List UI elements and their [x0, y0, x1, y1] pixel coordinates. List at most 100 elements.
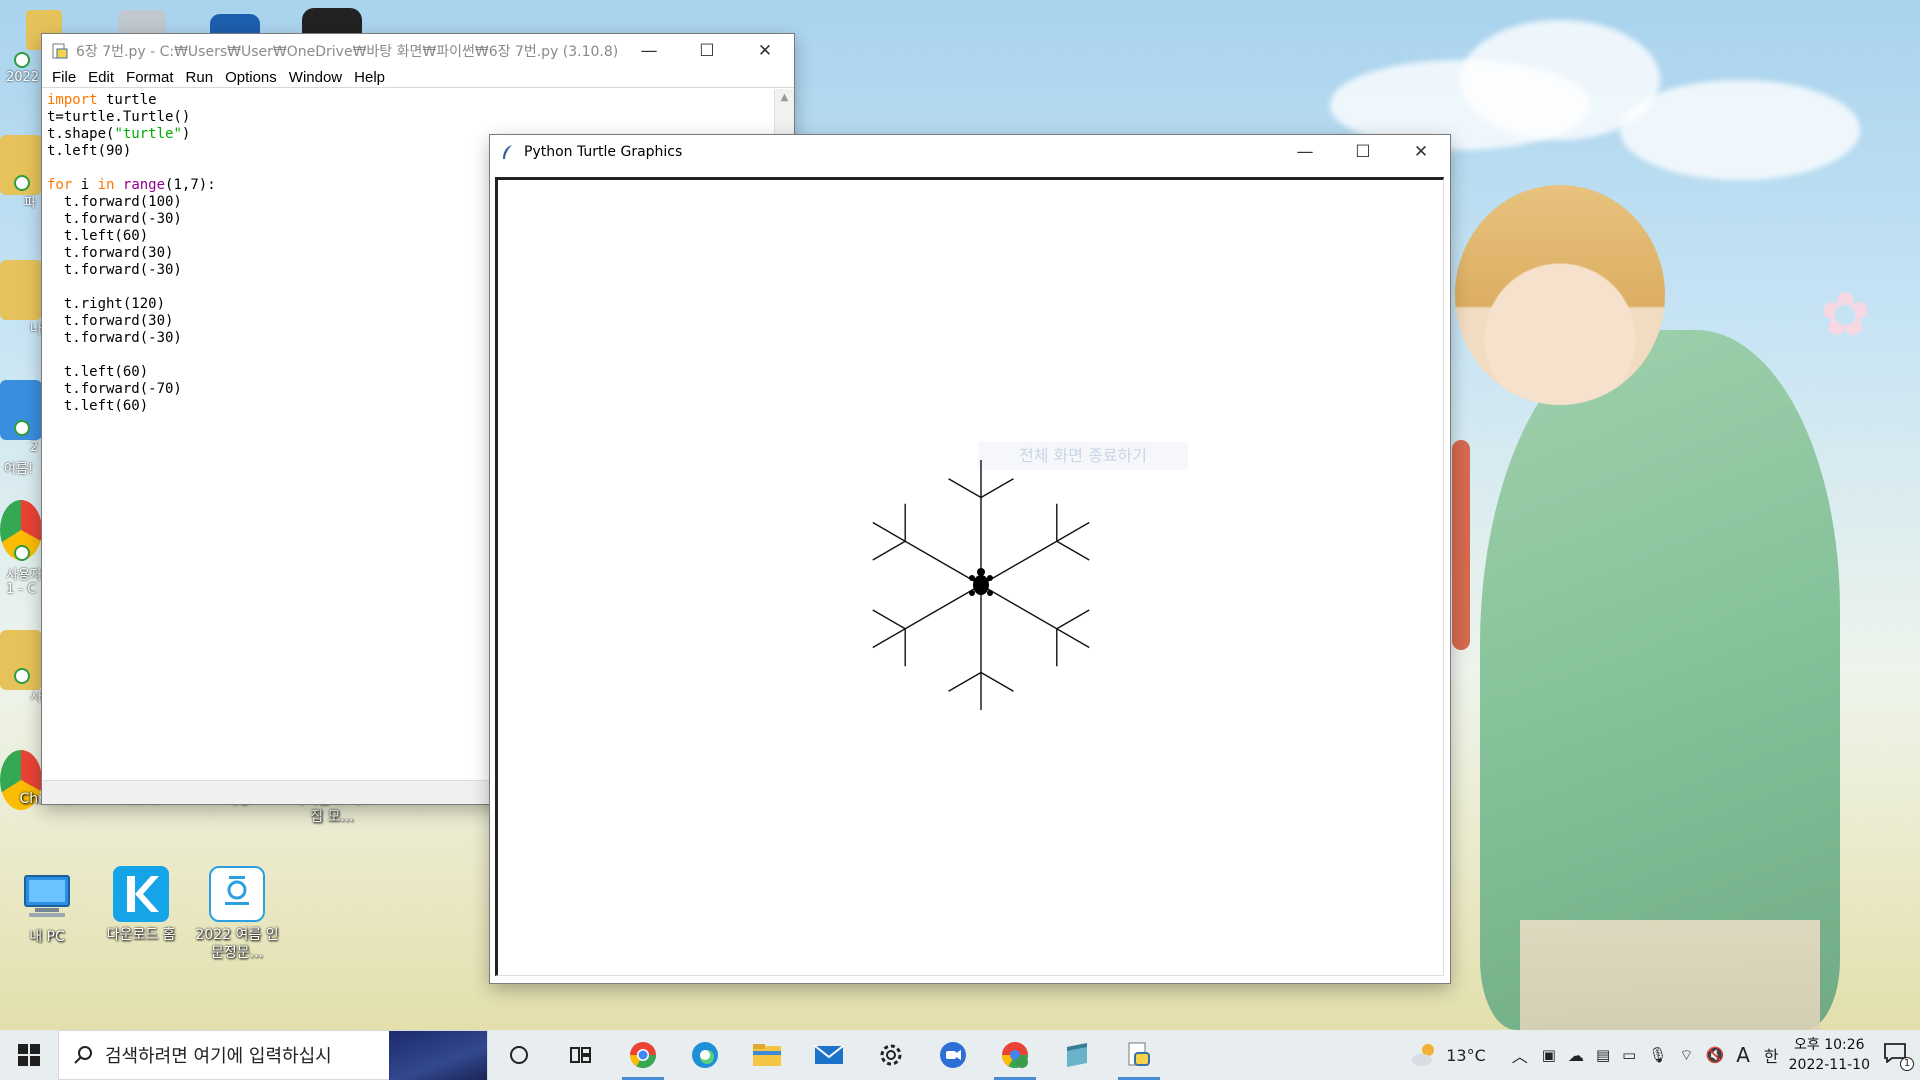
- network-share-icon[interactable]: ▤: [1596, 1046, 1610, 1064]
- menu-format[interactable]: Format: [120, 68, 180, 87]
- idle-window-title: 6장 7번.py - C:₩Users₩User₩OneDrive₩바탕 화면₩…: [76, 44, 619, 60]
- wallpaper-strap: [1452, 440, 1470, 650]
- snowflake-arm: [980, 584, 1090, 649]
- chrome-icon: [629, 1042, 657, 1069]
- microphone-icon[interactable]: 🎙: [1648, 1046, 1667, 1064]
- code-token: t.forward(100): [47, 194, 182, 210]
- feather-icon: [503, 145, 512, 159]
- notification-center-button[interactable]: 1: [1884, 1043, 1914, 1071]
- sync-check-icon: [14, 52, 30, 68]
- minimize-button[interactable]: —: [620, 34, 678, 68]
- taskbar-zoom[interactable]: [922, 1030, 984, 1080]
- menu-window[interactable]: Window: [283, 68, 348, 87]
- snowflake-branch: [872, 609, 906, 630]
- code-token: in: [97, 177, 115, 193]
- code-line: import turtle: [47, 92, 769, 109]
- notification-count-badge: 1: [1900, 1057, 1914, 1071]
- cortana-circle-icon: [510, 1046, 528, 1064]
- desktop-partial-label: 1 - C: [6, 582, 37, 597]
- taskbar-python-idle[interactable]: [1108, 1030, 1170, 1080]
- wifi-icon[interactable]: ⌔: [1679, 1046, 1693, 1065]
- pc-icon: [19, 868, 75, 924]
- cortana-button[interactable]: [488, 1030, 550, 1080]
- code-token: for: [47, 177, 73, 193]
- code-token: t.forward(30): [47, 245, 174, 261]
- speaker-muted-icon[interactable]: 🔇: [1706, 1046, 1725, 1064]
- wallpaper-cloud: [1620, 80, 1860, 180]
- minimize-button[interactable]: —: [1276, 135, 1334, 169]
- notepad-icon: [1067, 1043, 1087, 1067]
- menu-file[interactable]: File: [46, 68, 82, 87]
- menu-run[interactable]: Run: [180, 68, 220, 87]
- desktop-partial-label: 사: [30, 690, 42, 705]
- weather-icon[interactable]: [1410, 1042, 1438, 1068]
- taskbar-notepad[interactable]: [1046, 1030, 1108, 1080]
- system-tray: 13°C ︿ ▣ ☁ ▤ ▭ 🎙 ⌔ 🔇 A 한 오후 10:26 2022-1…: [1410, 1030, 1920, 1080]
- settings-icon: [880, 1044, 902, 1066]
- menu-options[interactable]: Options: [219, 68, 283, 87]
- menu-edit[interactable]: Edit: [82, 68, 120, 87]
- code-token: (1,7):: [165, 177, 216, 193]
- snowflake-branch: [980, 671, 1014, 692]
- turtle-cursor-icon: [969, 568, 993, 596]
- desktop-partial-label: 2022: [6, 70, 40, 85]
- code-token: import: [47, 92, 98, 108]
- snowflake-branch: [948, 478, 982, 499]
- desktop-folder-partial[interactable]: [0, 260, 42, 320]
- menu-help[interactable]: Help: [348, 68, 391, 87]
- code-token: t.forward(-30): [47, 262, 182, 278]
- maximize-button[interactable]: ☐: [1334, 135, 1392, 169]
- idle-titlebar[interactable]: 6장 7번.py - C:₩Users₩User₩OneDrive₩바탕 화면₩…: [42, 34, 794, 68]
- desktop-icon-label: 다운로드 홈: [106, 927, 176, 943]
- taskbar-search-box[interactable]: 검색하려면 여기에 입력하십시: [58, 1030, 488, 1080]
- snowflake-branch: [980, 478, 1014, 499]
- turtle-graphics-window[interactable]: Python Turtle Graphics — ☐ ✕ 전체 화면 종료하기: [490, 135, 1450, 983]
- close-button[interactable]: ✕: [1392, 135, 1450, 169]
- start-button[interactable]: [0, 1030, 58, 1080]
- search-highlight-image: [389, 1031, 487, 1080]
- desktop-icon-my-pc[interactable]: 내 PC: [4, 868, 90, 946]
- search-placeholder: 검색하려면 여기에 입력하십시: [105, 1046, 332, 1067]
- ime-language-indicator[interactable]: A: [1736, 1043, 1750, 1067]
- snowflake-arm: [872, 584, 982, 649]
- taskbar-chrome[interactable]: [612, 1030, 674, 1080]
- desktop-partial-label: 여름!: [4, 462, 34, 477]
- task-view-button[interactable]: [550, 1030, 612, 1080]
- idle-menubar: File Edit Format Run Options Window Help: [42, 68, 794, 88]
- python-idle-icon: [1128, 1042, 1150, 1066]
- windows-logo-icon: [18, 1044, 40, 1066]
- ime-korean-mode[interactable]: 한: [1764, 1043, 1779, 1067]
- maximize-button[interactable]: ☐: [678, 34, 736, 68]
- chevron-up-icon[interactable]: ︿: [1512, 1043, 1528, 1067]
- snowflake-branch: [1056, 609, 1090, 630]
- code-token: t.forward(-30): [47, 330, 182, 346]
- desktop-icon-label: 2022 여름 인문정문...: [195, 927, 279, 961]
- taskbar-file-explorer[interactable]: [736, 1030, 798, 1080]
- taskbar-settings[interactable]: [860, 1030, 922, 1080]
- close-button[interactable]: ✕: [736, 34, 794, 68]
- snowflake-arm: [980, 521, 1090, 586]
- onedrive-cloud-icon[interactable]: ☁: [1568, 1046, 1584, 1065]
- desktop-icon-download-home[interactable]: 다운로드 홈: [98, 866, 184, 944]
- desktop-icon-hangul-document[interactable]: 2022 여름 인문정문...: [194, 866, 280, 962]
- clock[interactable]: 오후 10:26 2022-11-10: [1789, 1035, 1870, 1075]
- weather-temperature[interactable]: 13°C: [1446, 1046, 1486, 1065]
- battery-icon[interactable]: ▭: [1622, 1046, 1636, 1064]
- turtle-window-title: Python Turtle Graphics: [524, 144, 683, 160]
- taskbar-edge[interactable]: [674, 1030, 736, 1080]
- desktop-icon-label: 내 PC: [29, 929, 65, 945]
- code-token: t.left(60): [47, 228, 149, 244]
- turtle-titlebar[interactable]: Python Turtle Graphics — ☐ ✕: [490, 135, 1450, 169]
- code-token: t.forward(30): [47, 313, 174, 329]
- python-file-icon: [52, 43, 68, 59]
- sync-check-icon: [14, 668, 30, 684]
- code-token: t=turtle.Turtle(): [47, 109, 191, 125]
- chrome-profile-icon: [1001, 1042, 1029, 1069]
- camera-icon[interactable]: ▣: [1542, 1046, 1556, 1064]
- taskbar-mail[interactable]: [798, 1030, 860, 1080]
- scroll-up-icon[interactable]: ▲: [775, 92, 794, 103]
- turtle-canvas[interactable]: 전체 화면 종료하기: [495, 177, 1444, 976]
- taskbar-chrome-profile[interactable]: [984, 1030, 1046, 1080]
- snowflake-branch: [1056, 540, 1090, 561]
